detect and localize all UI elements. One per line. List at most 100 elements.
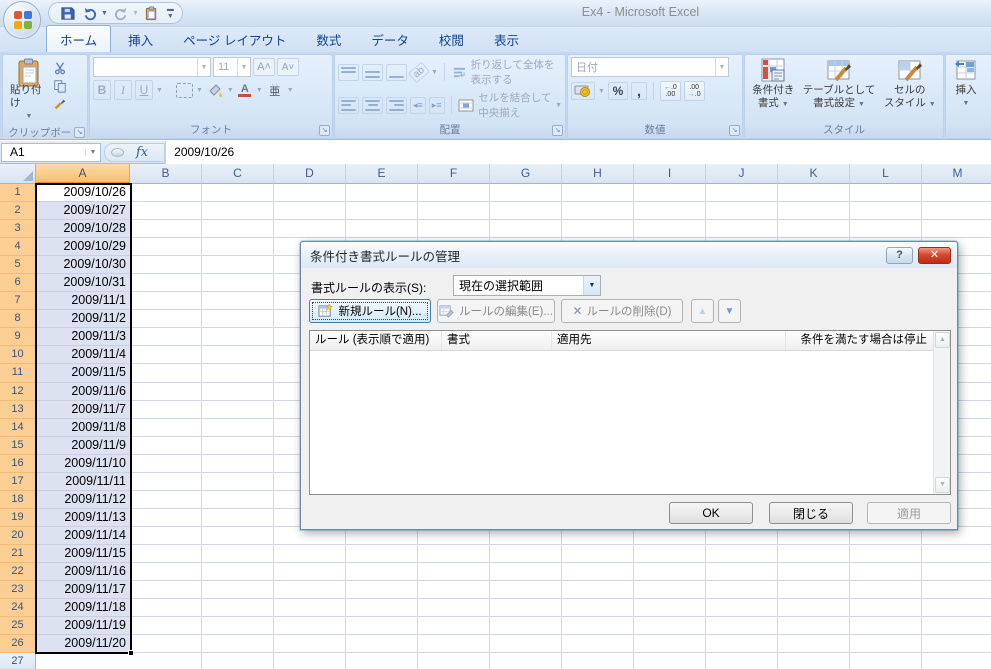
dialog-title-bar[interactable]: 条件付き書式ルールの管理 ? ✕ (301, 242, 957, 268)
formula-input[interactable]: 2009/10/26 (165, 141, 991, 164)
merge-center-icon[interactable] (457, 98, 475, 113)
tab-review[interactable]: 校閲 (426, 26, 477, 52)
name-box[interactable]: A1 ▼ (1, 143, 101, 162)
cell-A26[interactable]: 2009/11/20 (36, 635, 130, 653)
grow-font-button[interactable]: A˄ (253, 58, 275, 76)
font-size-combo[interactable]: 11▼ (213, 57, 251, 77)
cell-A19[interactable]: 2009/11/13 (36, 509, 130, 527)
cell-A14[interactable]: 2009/11/8 (36, 419, 130, 437)
cell-A12[interactable]: 2009/11/6 (36, 383, 130, 401)
cell-A18[interactable]: 2009/11/12 (36, 491, 130, 509)
cell-A4[interactable]: 2009/10/29 (36, 238, 130, 256)
cell-A16[interactable]: 2009/11/10 (36, 455, 130, 473)
cell-A24[interactable]: 2009/11/18 (36, 599, 130, 617)
alignment-dialog-launcher-icon[interactable]: ↘ (552, 125, 563, 136)
delete-rule-button[interactable]: ✕ ルールの削除(D) (561, 299, 683, 323)
combo-dropdown-icon[interactable]: ▼ (583, 276, 600, 295)
move-rule-down-button[interactable]: ▼ (718, 299, 741, 323)
cell-A27[interactable] (36, 653, 130, 669)
cell-A23[interactable]: 2009/11/17 (36, 581, 130, 599)
align-right-icon[interactable] (386, 97, 407, 114)
tab-home[interactable]: ホーム (46, 25, 111, 52)
accounting-dropdown-icon[interactable]: ▼ (598, 88, 605, 95)
row-header-7[interactable]: 7 (0, 292, 36, 310)
scroll-down-icon[interactable]: ▼ (935, 477, 950, 493)
row-header-25[interactable]: 25 (0, 617, 36, 635)
cell-A10[interactable]: 2009/11/4 (36, 346, 130, 364)
column-header-M[interactable]: M (922, 164, 991, 184)
row-header-16[interactable]: 16 (0, 455, 36, 473)
column-header-B[interactable]: B (130, 164, 202, 184)
fill-color-dropdown-icon[interactable]: ▼ (227, 87, 234, 94)
row-header-10[interactable]: 10 (0, 346, 36, 364)
row-header-19[interactable]: 19 (0, 509, 36, 527)
row-header-13[interactable]: 13 (0, 401, 36, 419)
cell-A2[interactable]: 2009/10/27 (36, 202, 130, 220)
wrap-text-label[interactable]: 折り返して全体を表示する (471, 57, 562, 87)
clipboard-dialog-launcher-icon[interactable]: ↘ (74, 127, 85, 138)
orientation-button[interactable]: ab (408, 61, 430, 83)
cell-A21[interactable]: 2009/11/15 (36, 545, 130, 563)
row-header-15[interactable]: 15 (0, 437, 36, 455)
underline-button[interactable]: U (135, 80, 153, 100)
close-button[interactable]: 閉じる (769, 502, 853, 524)
row-header-26[interactable]: 26 (0, 635, 36, 653)
comma-style-button[interactable]: , (631, 82, 647, 100)
tab-insert[interactable]: 挿入 (115, 26, 166, 52)
cell-A20[interactable]: 2009/11/14 (36, 527, 130, 545)
show-rules-combo[interactable]: 現在の選択範囲 ▼ (453, 275, 601, 296)
cell-A6[interactable]: 2009/10/31 (36, 274, 130, 292)
column-header-H[interactable]: H (562, 164, 634, 184)
row-header-5[interactable]: 5 (0, 256, 36, 274)
align-bottom-icon[interactable] (386, 64, 407, 81)
cell-A22[interactable]: 2009/11/16 (36, 563, 130, 581)
row-header-14[interactable]: 14 (0, 419, 36, 437)
paste-button[interactable]: 貼り付け ▼ (6, 57, 52, 124)
font-dialog-launcher-icon[interactable]: ↘ (319, 125, 330, 136)
row-header-27[interactable]: 27 (0, 653, 36, 669)
column-header-J[interactable]: J (706, 164, 778, 184)
format-painter-button[interactable] (52, 96, 68, 112)
new-rule-button[interactable]: 新規ルール(N)... (309, 299, 431, 323)
font-name-combo[interactable]: ▼ (93, 57, 211, 77)
phonetic-guide-button[interactable]: ヽヽ 亜 (266, 82, 284, 99)
fill-handle[interactable] (128, 650, 134, 656)
row-header-22[interactable]: 22 (0, 563, 36, 581)
percent-style-button[interactable]: % (608, 82, 628, 100)
border-button[interactable] (176, 83, 193, 98)
rule-list-scrollbar[interactable]: ▲ ▼ (933, 331, 950, 494)
merge-center-label[interactable]: セルを結合して中央揃え (478, 90, 552, 120)
format-as-table-button[interactable]: テーブルとして 書式設定 ▼ (799, 57, 880, 121)
decrease-indent-icon[interactable]: ◂≡ (410, 97, 426, 114)
column-header-E[interactable]: E (346, 164, 418, 184)
merge-dropdown-icon[interactable]: ▼ (555, 102, 562, 109)
column-header-C[interactable]: C (202, 164, 274, 184)
rule-list[interactable]: ルール (表示順で適用)書式適用先条件を満たす場合は停止 ▲ ▼ (309, 330, 951, 495)
scroll-up-icon[interactable]: ▲ (935, 332, 950, 348)
dialog-help-button[interactable]: ? (886, 247, 913, 264)
border-dropdown-icon[interactable]: ▼ (196, 87, 203, 94)
move-rule-up-button[interactable]: ▲ (691, 299, 714, 323)
select-all-corner[interactable] (0, 164, 36, 184)
ok-button[interactable]: OK (669, 502, 753, 524)
underline-dropdown-icon[interactable]: ▼ (156, 87, 163, 94)
cell-A3[interactable]: 2009/10/28 (36, 220, 130, 238)
align-top-icon[interactable] (338, 64, 359, 81)
name-box-dropdown-icon[interactable]: ▼ (85, 149, 100, 156)
column-header-F[interactable]: F (418, 164, 490, 184)
row-header-4[interactable]: 4 (0, 238, 36, 256)
italic-button[interactable]: I (114, 80, 132, 100)
cell-A1[interactable]: 2009/10/26 (36, 184, 130, 202)
cell-A25[interactable]: 2009/11/19 (36, 617, 130, 635)
row-header-24[interactable]: 24 (0, 599, 36, 617)
row-header-12[interactable]: 12 (0, 383, 36, 401)
wrap-text-icon[interactable] (451, 65, 468, 80)
shrink-font-button[interactable]: A˅ (277, 58, 299, 76)
cell-styles-button[interactable]: セルの スタイル ▼ (880, 57, 940, 121)
row-header-6[interactable]: 6 (0, 274, 36, 292)
align-middle-icon[interactable] (362, 64, 383, 81)
insert-cells-button[interactable]: 挿入 ▼ (949, 57, 983, 121)
row-header-9[interactable]: 9 (0, 328, 36, 346)
row-header-8[interactable]: 8 (0, 310, 36, 328)
column-header-D[interactable]: D (274, 164, 346, 184)
